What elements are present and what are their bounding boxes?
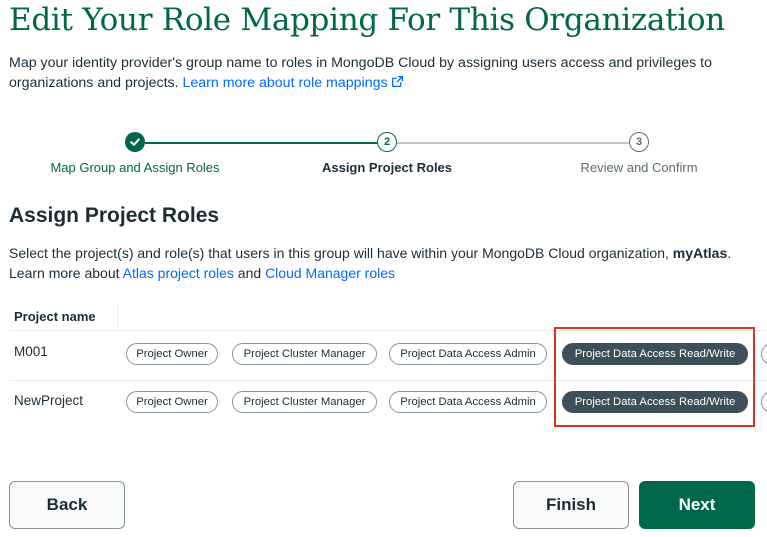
- desc-end: .: [727, 245, 732, 261]
- role-chip-overflow[interactable]: [761, 343, 767, 365]
- back-button[interactable]: Back: [9, 481, 125, 529]
- role-mappings-link-label: Learn more about role mappings: [182, 75, 388, 91]
- intro-paragraph: Map your identity provider's group name …: [9, 53, 759, 93]
- role-chip-overflow[interactable]: [761, 391, 767, 413]
- section-heading: Assign Project Roles: [9, 204, 220, 227]
- role-chip-project-owner[interactable]: Project Owner: [126, 391, 218, 413]
- annotation-highlight-box: [554, 327, 755, 427]
- next-button[interactable]: Next: [639, 481, 755, 529]
- org-name: myAtlas: [672, 245, 728, 261]
- role-chip-project-cluster-manager[interactable]: Project Cluster Manager: [232, 343, 377, 365]
- section-description: Select the project(s) and role(s) that u…: [9, 243, 767, 283]
- header-divider: [117, 306, 118, 328]
- step-3-circle: 3: [629, 132, 649, 152]
- cloud-manager-roles-link[interactable]: Cloud Manager roles: [265, 265, 395, 281]
- step-1-label[interactable]: Map Group and Assign Roles: [50, 160, 219, 175]
- step-3-label: Review and Confirm: [580, 160, 698, 175]
- role-mappings-link[interactable]: Learn more about role mappings: [183, 75, 404, 91]
- project-name-header: Project name: [14, 309, 96, 324]
- role-chip-project-owner[interactable]: Project Owner: [126, 343, 218, 365]
- step-3-number: 3: [635, 136, 643, 148]
- step-2-circle: 2: [377, 132, 397, 152]
- step-1-circle[interactable]: [125, 132, 145, 152]
- step-connector-2: [397, 142, 629, 144]
- desc-text: Select the project(s) and role(s) that u…: [9, 245, 673, 261]
- atlas-project-roles-link[interactable]: Atlas project roles: [123, 265, 234, 281]
- finish-button[interactable]: Finish: [513, 481, 629, 529]
- external-link-icon: [391, 75, 403, 88]
- project-name: M001: [14, 344, 48, 359]
- and-text: and: [233, 265, 266, 281]
- step-connector-1: [145, 142, 377, 144]
- role-chip-project-data-access-admin[interactable]: Project Data Access Admin: [389, 343, 547, 365]
- role-mapping-page: Edit Your Role Mapping For This Organiza…: [0, 0, 767, 537]
- check-icon: [130, 138, 140, 146]
- role-chip-project-cluster-manager[interactable]: Project Cluster Manager: [232, 391, 377, 413]
- role-chip-project-data-access-admin[interactable]: Project Data Access Admin: [389, 391, 547, 413]
- step-2-number: 2: [383, 136, 391, 148]
- learn-more-text: Learn more about: [9, 265, 123, 281]
- page-title: Edit Your Role Mapping For This Organiza…: [9, 2, 725, 38]
- step-2-label: Assign Project Roles: [321, 160, 453, 175]
- stepper: 2 3 Map Group and Assign Roles Assign Pr…: [0, 130, 767, 180]
- project-name: NewProject: [14, 393, 84, 408]
